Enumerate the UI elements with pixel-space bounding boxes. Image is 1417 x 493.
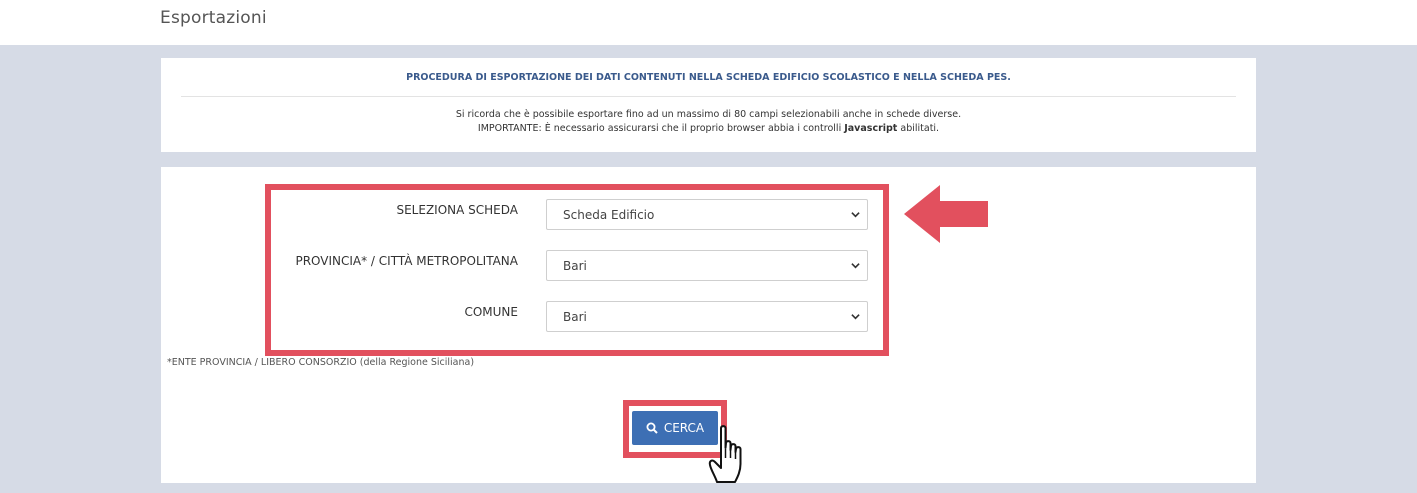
scheda-select-value: Scheda Edificio	[563, 208, 655, 222]
provincia-label: PROVINCIA* / CITTÀ METROPOLITANA	[295, 254, 518, 268]
provincia-select-value: Bari	[563, 259, 587, 273]
arrow-left-icon	[904, 185, 988, 243]
info-line-prefix: IMPORTANTE: È necessario assicurarsi che…	[477, 123, 845, 134]
hand-pointer-icon	[708, 425, 742, 483]
chevron-down-icon	[851, 212, 860, 218]
info-line-suffix: abilitati.	[897, 123, 940, 134]
scheda-label: SELEZIONA SCHEDA	[396, 203, 518, 217]
comune-label: COMUNE	[464, 305, 518, 319]
divider	[181, 96, 1236, 97]
top-bar: Esportazioni	[0, 0, 1417, 45]
info-heading: PROCEDURA DI ESPORTAZIONE DEI DATI CONTE…	[406, 72, 1011, 83]
search-button-label: CERCA	[663, 421, 705, 435]
info-line-limit: Si ricorda che è possibile esportare fin…	[455, 109, 962, 120]
footnote: *ENTE PROVINCIA / LIBERO CONSORZIO (dell…	[167, 357, 475, 368]
scheda-select[interactable]: Scheda Edificio	[546, 199, 868, 230]
comune-select-value: Bari	[563, 310, 587, 324]
info-line-javascript-keyword: Javascript	[844, 123, 898, 134]
search-icon	[646, 422, 658, 434]
provincia-select[interactable]: Bari	[546, 250, 868, 281]
page-title: Esportazioni	[160, 8, 267, 28]
search-button[interactable]: CERCA	[632, 411, 718, 445]
chevron-down-icon	[851, 314, 860, 320]
comune-select[interactable]: Bari	[546, 301, 868, 332]
info-panel: PROCEDURA DI ESPORTAZIONE DEI DATI CONTE…	[161, 58, 1256, 152]
chevron-down-icon	[851, 263, 860, 269]
info-line-javascript: IMPORTANTE: È necessario assicurarsi che…	[181, 123, 1236, 134]
